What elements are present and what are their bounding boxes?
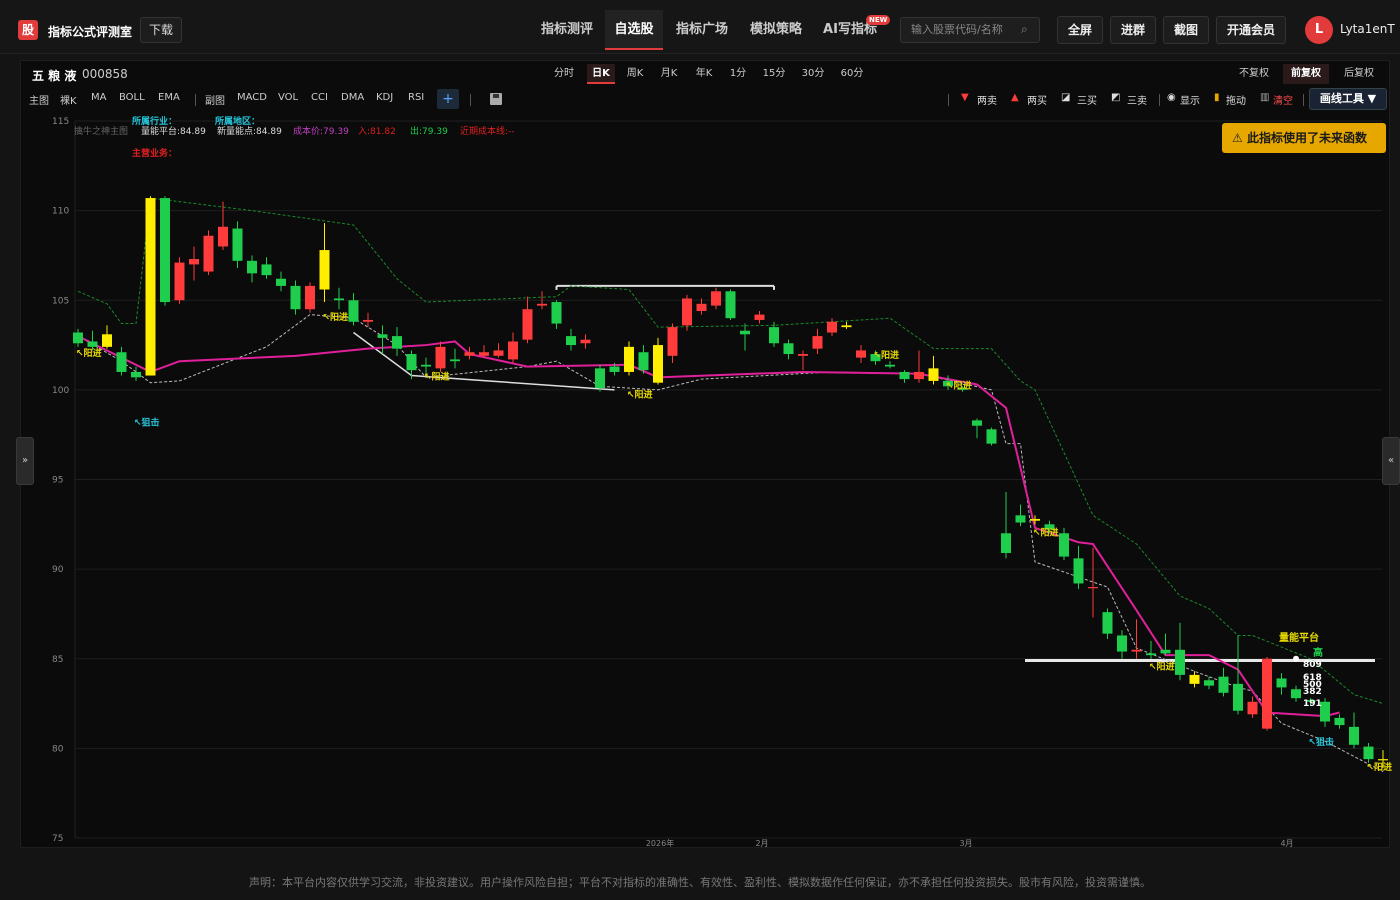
down-triangle-icon: ▼ bbox=[961, 92, 969, 103]
divider bbox=[948, 94, 949, 106]
nav-sim-strategy[interactable]: 模拟策略 bbox=[742, 10, 810, 50]
period-1min[interactable]: 1分 bbox=[725, 64, 751, 84]
warning-icon: ⚠ bbox=[1232, 131, 1243, 145]
join-group-button[interactable]: 进群 bbox=[1110, 16, 1156, 44]
indicator-main-chart[interactable]: 主图 bbox=[29, 92, 49, 107]
draw-tools-button[interactable]: 画线工具 ▼ bbox=[1309, 88, 1387, 110]
tool-three-buy[interactable]: 三买 bbox=[1077, 92, 1097, 107]
indicator-rsi[interactable]: RSI bbox=[408, 92, 424, 103]
period-monthly[interactable]: 月K bbox=[655, 64, 683, 84]
search-input[interactable]: 输入股票代码/名称 bbox=[900, 17, 1040, 43]
warning-text: 此指标使用了未来函数 bbox=[1246, 131, 1367, 145]
indicator-vol[interactable]: VOL bbox=[278, 92, 298, 103]
download-button[interactable]: 下载 bbox=[140, 17, 182, 43]
nav-indicator-square[interactable]: 指标广场 bbox=[668, 10, 736, 50]
tool-clear[interactable]: 清空 bbox=[1273, 92, 1293, 107]
eye-icon: ◉ bbox=[1167, 92, 1176, 103]
collapse-right-button[interactable]: « bbox=[1382, 437, 1400, 485]
save-icon[interactable] bbox=[490, 93, 502, 105]
adjust-forward[interactable]: 前复权 bbox=[1283, 64, 1329, 84]
indicator-cci[interactable]: CCI bbox=[311, 92, 328, 103]
tool-two-sell[interactable]: 两卖 bbox=[977, 92, 997, 107]
indicator-macd[interactable]: MACD bbox=[237, 92, 267, 103]
period-yearly[interactable]: 年K bbox=[690, 64, 718, 84]
stock-code: 000858 bbox=[82, 67, 128, 81]
indicator-naked-k[interactable]: 裸K bbox=[60, 92, 77, 107]
period-60min[interactable]: 60分 bbox=[836, 64, 868, 84]
avatar[interactable]: L bbox=[1305, 16, 1333, 44]
indicator-boll[interactable]: BOLL bbox=[119, 92, 145, 103]
fullscreen-button[interactable]: 全屏 bbox=[1057, 16, 1103, 44]
add-indicator-button[interactable]: + bbox=[437, 89, 459, 109]
divider bbox=[1303, 94, 1304, 106]
buy-mark-icon: ◪ bbox=[1061, 92, 1071, 103]
indicator-ema[interactable]: EMA bbox=[158, 92, 180, 103]
divider bbox=[1159, 94, 1160, 106]
period-weekly[interactable]: 周K bbox=[621, 64, 649, 84]
adjust-none[interactable]: 不复权 bbox=[1234, 64, 1274, 84]
tool-show[interactable]: 显示 bbox=[1180, 92, 1200, 107]
disclaimer: 声明：本平台内容仅供学习交流，非投资建议。用户操作风险自担；平台不对指标的准确性… bbox=[249, 876, 1151, 889]
membership-button[interactable]: 开通会员 bbox=[1216, 16, 1286, 44]
indicator-kdj[interactable]: KDJ bbox=[376, 92, 393, 103]
nav-indicator-review[interactable]: 指标测评 bbox=[533, 10, 601, 50]
indicator-sub-chart[interactable]: 副图 bbox=[205, 92, 225, 107]
search-icon[interactable]: ⌕ bbox=[1021, 22, 1028, 37]
lock-icon: ▮ bbox=[1214, 92, 1220, 103]
period-intraday[interactable]: 分时 bbox=[549, 64, 579, 84]
adjust-backward[interactable]: 后复权 bbox=[1338, 64, 1380, 84]
period-daily[interactable]: 日K bbox=[587, 64, 615, 84]
tool-three-sell[interactable]: 三卖 bbox=[1127, 92, 1147, 107]
indicator-ma[interactable]: MA bbox=[91, 92, 106, 103]
screenshot-button[interactable]: 截图 bbox=[1163, 16, 1209, 44]
indicator-dma[interactable]: DMA bbox=[341, 92, 364, 103]
sell-mark-icon: ◩ bbox=[1111, 92, 1121, 103]
future-function-warning[interactable]: ⚠ 此指标使用了未来函数 bbox=[1222, 123, 1386, 153]
new-badge: NEW bbox=[866, 15, 891, 25]
username[interactable]: Lyta1enT bbox=[1340, 22, 1395, 36]
chart-panel bbox=[20, 60, 1390, 848]
tool-drag[interactable]: 拖动 bbox=[1226, 92, 1246, 107]
up-triangle-icon: ▲ bbox=[1011, 92, 1019, 103]
stock-name: 五 粮 液 bbox=[32, 69, 77, 83]
period-30min[interactable]: 30分 bbox=[797, 64, 829, 84]
tool-two-buy[interactable]: 两买 bbox=[1027, 92, 1047, 107]
app-title: 指标公式评测室 bbox=[48, 25, 133, 39]
app-logo-icon: 股 bbox=[18, 20, 38, 40]
nav-watchlist[interactable]: 自选股 bbox=[605, 10, 663, 50]
expand-left-button[interactable]: » bbox=[16, 437, 34, 485]
period-15min[interactable]: 15分 bbox=[758, 64, 790, 84]
divider bbox=[470, 94, 471, 106]
divider bbox=[195, 94, 196, 106]
trash-icon: ▥ bbox=[1260, 92, 1270, 103]
